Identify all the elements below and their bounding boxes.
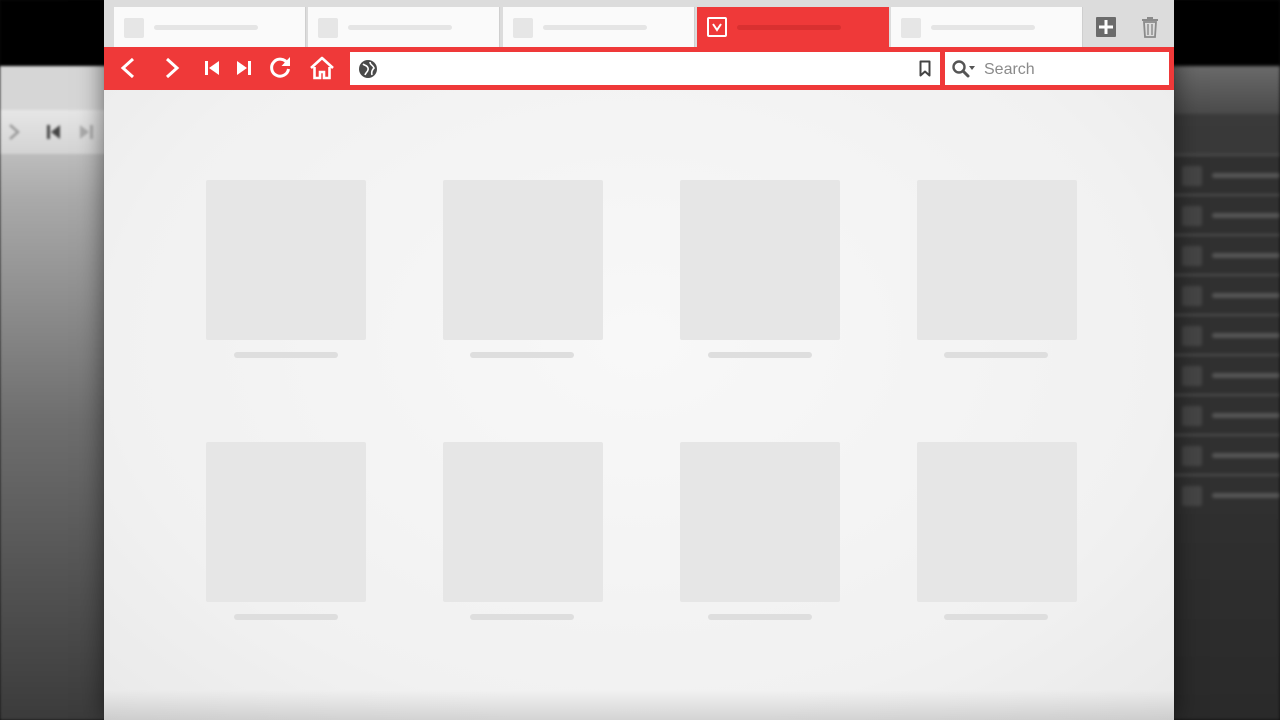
speed-dial-page	[104, 90, 1174, 720]
background-window-left	[0, 0, 106, 720]
speed-dial-label-placeholder	[708, 614, 812, 620]
skip-forward-icon	[80, 125, 93, 139]
tab-favicon	[901, 18, 921, 38]
tab-title-placeholder	[737, 25, 841, 30]
tab-1[interactable]	[114, 7, 306, 47]
background-window-right	[1172, 0, 1280, 720]
forward-button[interactable]	[154, 51, 190, 85]
background-row	[1172, 314, 1280, 354]
address-bar[interactable]	[350, 52, 940, 85]
tab-3[interactable]	[503, 7, 695, 47]
tab-4-active[interactable]	[697, 7, 889, 47]
new-tab-button[interactable]	[1086, 7, 1126, 47]
speed-dial-label-placeholder	[708, 352, 812, 358]
plus-icon	[1096, 17, 1116, 37]
speed-dial-tile[interactable]	[443, 180, 603, 340]
trash-icon	[1142, 17, 1158, 38]
trash-button[interactable]	[1130, 7, 1170, 47]
background-row	[1172, 474, 1280, 514]
search-input[interactable]	[982, 56, 1166, 83]
background-row	[1172, 394, 1280, 434]
rewind-button[interactable]	[194, 51, 230, 85]
reload-icon	[270, 57, 290, 78]
globe-icon[interactable]	[358, 59, 378, 79]
speed-dial-tile[interactable]	[206, 180, 366, 340]
speed-dial-tile[interactable]	[443, 442, 603, 602]
back-button[interactable]	[110, 51, 146, 85]
speed-dial-label-placeholder	[234, 352, 338, 358]
tab-bar	[104, 0, 1174, 48]
speed-dial-label-placeholder	[944, 352, 1048, 358]
tab-favicon	[513, 18, 533, 38]
chevron-right-icon	[165, 57, 180, 79]
speed-dial-label-placeholder	[470, 614, 574, 620]
bottom-shadow	[104, 690, 1174, 720]
home-icon	[310, 56, 334, 80]
search-icon[interactable]	[951, 59, 979, 79]
bookmark-icon[interactable]	[919, 60, 931, 77]
background-row	[1172, 354, 1280, 394]
fast-forward-button[interactable]	[226, 51, 262, 85]
background-row	[1172, 434, 1280, 474]
speed-dial-tile[interactable]	[680, 442, 840, 602]
speed-dial-tile[interactable]	[917, 180, 1077, 340]
background-row	[1172, 234, 1280, 274]
tab-5[interactable]	[891, 7, 1083, 47]
background-row	[1172, 194, 1280, 234]
vivaldi-logo-icon	[707, 17, 727, 37]
skip-forward-icon	[237, 61, 251, 75]
background-row	[1172, 274, 1280, 314]
tab-title-placeholder	[154, 25, 258, 30]
skip-back-icon	[205, 61, 219, 75]
search-bar[interactable]	[945, 52, 1169, 85]
reload-button[interactable]	[262, 51, 298, 85]
speed-dial-label-placeholder	[234, 614, 338, 620]
tab-2[interactable]	[308, 7, 500, 47]
speed-dial-label-placeholder	[470, 352, 574, 358]
chevron-left-icon	[120, 57, 135, 79]
browser-window	[104, 0, 1174, 720]
tab-favicon	[318, 18, 338, 38]
speed-dial-tile[interactable]	[917, 442, 1077, 602]
tab-favicon	[124, 18, 144, 38]
speed-dial-label-placeholder	[944, 614, 1048, 620]
chevron-right-icon	[9, 124, 20, 140]
background-row	[1172, 154, 1280, 194]
speed-dial-tile[interactable]	[206, 442, 366, 602]
home-button[interactable]	[304, 51, 340, 85]
tab-title-placeholder	[543, 25, 647, 30]
tab-title-placeholder	[348, 25, 452, 30]
speed-dial-tile[interactable]	[680, 180, 840, 340]
skip-back-icon	[47, 125, 60, 139]
tab-title-placeholder	[931, 25, 1035, 30]
navigation-toolbar	[104, 47, 1174, 90]
address-input[interactable]	[384, 56, 908, 83]
